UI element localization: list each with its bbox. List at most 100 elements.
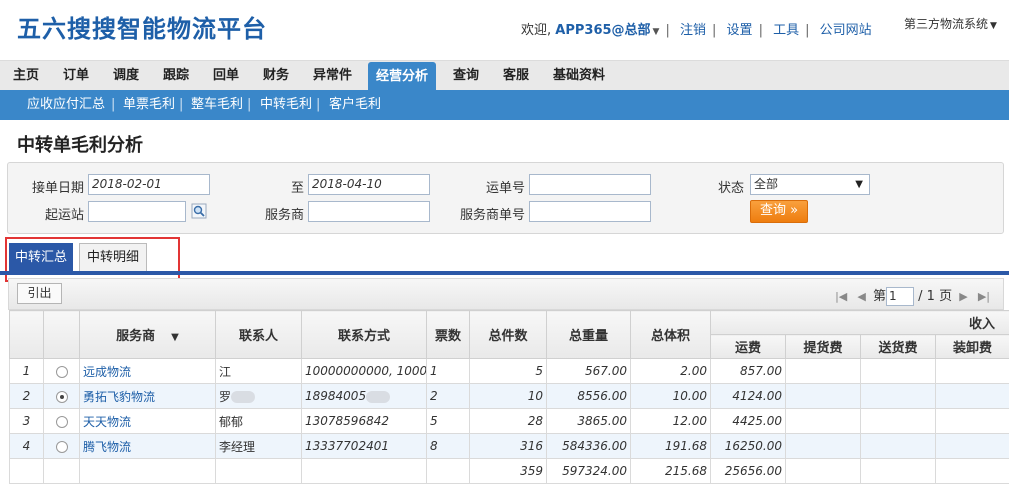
header-total-pieces[interactable]: 总件数 <box>469 310 547 359</box>
first-page-icon[interactable]: |◀ <box>835 290 847 303</box>
nav-item-query[interactable]: 查询 <box>453 61 479 91</box>
subnav-item-full-truck-profit[interactable]: 整车毛利 <box>191 90 243 120</box>
header-handling-fee[interactable]: 装卸费 <box>934 334 1009 359</box>
date-from-input[interactable]: 2018-02-01 <box>88 174 210 195</box>
pieces-cell: 28 <box>469 408 547 434</box>
table-row[interactable]: 1 远成物流 江 10000000000, 100000 1 5 567.00 … <box>9 358 1009 384</box>
row-radio[interactable] <box>55 415 68 428</box>
provider-link[interactable]: 远成物流 <box>83 365 131 379</box>
sub-nav: 应收应付汇总 | 单票毛利 | 整车毛利 | 中转毛利 | 客户毛利 <box>0 90 1009 120</box>
header-pickup-fee[interactable]: 提货费 <box>785 334 861 359</box>
delivery-fee-cell <box>860 408 936 434</box>
nav-item-customer-service[interactable]: 客服 <box>503 61 529 91</box>
settings-link[interactable]: 设置 <box>727 23 753 38</box>
table-row[interactable]: 4 腾飞物流 李经理 13337702401 8 316 584336.00 1… <box>9 433 1009 459</box>
total-pieces-cell: 359 <box>469 458 547 484</box>
subnav-item-customer-profit[interactable]: 客户毛利 <box>329 90 381 120</box>
provider-no-input[interactable] <box>529 201 651 222</box>
header-freight[interactable]: 运费 <box>710 334 786 359</box>
nav-item-tracking[interactable]: 跟踪 <box>163 61 189 91</box>
waybill-label: 运单号 <box>485 181 525 196</box>
weight-cell: 8556.00 <box>546 383 631 409</box>
provider-label: 服务商 <box>264 208 304 223</box>
filter-panel: 接单日期 2018-02-01 至 2018-04-10 运单号 状态 全部 ▼ … <box>7 162 1004 234</box>
header-delivery-fee[interactable]: 送货费 <box>860 334 936 359</box>
weight-cell: 584336.00 <box>546 433 631 459</box>
header-row-number <box>9 310 44 359</box>
freight-cell: 4425.00 <box>710 408 786 434</box>
page-suffix: / 1 页 <box>918 289 953 304</box>
subnav-item-single-ticket-profit[interactable]: 单票毛利 <box>123 90 175 120</box>
volume-cell: 191.68 <box>630 433 711 459</box>
query-button[interactable]: 查询 » <box>750 200 808 223</box>
logout-link[interactable]: 注销 <box>680 23 706 38</box>
nav-item-base-data[interactable]: 基础资料 <box>553 61 605 91</box>
origin-input[interactable] <box>88 201 186 222</box>
table-row[interactable]: 2 勇拓飞豹物流 罗 18984005 2 10 8556.00 10.00 4… <box>9 383 1009 409</box>
user-menu[interactable]: APP365@总部 <box>555 23 650 38</box>
pieces-cell: 5 <box>469 358 547 384</box>
handling-fee-cell <box>934 383 1009 409</box>
header-income: 收入 <box>709 310 1009 335</box>
header-contact-info[interactable]: 联系方式 <box>301 310 427 359</box>
nav-item-exceptions[interactable]: 异常件 <box>313 61 352 91</box>
row-radio[interactable] <box>55 390 68 403</box>
company-site-link[interactable]: 公司网站 <box>820 23 872 38</box>
nav-item-business-analysis[interactable]: 经营分析 <box>368 62 437 91</box>
header-total-volume[interactable]: 总体积 <box>630 310 711 359</box>
header-select <box>43 310 80 359</box>
contact-info-cell: 13078596842 <box>301 408 427 434</box>
nav-item-home[interactable]: 主页 <box>13 61 39 91</box>
last-page-icon[interactable]: ▶| <box>978 290 990 303</box>
waybill-input[interactable] <box>529 174 651 195</box>
nav-item-finance[interactable]: 财务 <box>263 61 289 91</box>
provider-link[interactable]: 腾飞物流 <box>83 440 131 454</box>
total-volume-cell: 215.68 <box>630 458 711 484</box>
subnav-item-ar-ap-summary[interactable]: 应收应付汇总 <box>27 90 105 120</box>
transfer-summary-table: 服务商 ▼ 联系人 联系方式 票数 总件数 总重量 总体积 收入 运费 提货费 送… <box>9 310 1009 484</box>
tools-link[interactable]: 工具 <box>773 23 799 38</box>
row-radio[interactable] <box>55 440 68 453</box>
provider-input[interactable] <box>308 201 430 222</box>
nav-item-dispatch[interactable]: 调度 <box>113 61 139 91</box>
next-page-icon[interactable]: ▶ <box>959 290 967 303</box>
status-select[interactable]: 全部 ▼ <box>750 174 870 195</box>
grid-toolbar: 引出 |◀ ◀ 第1 / 1 页 ▶ ▶| <box>8 278 1004 310</box>
chevron-down-icon: ▼ <box>990 21 997 31</box>
weight-cell: 3865.00 <box>546 408 631 434</box>
nav-item-receipts[interactable]: 回单 <box>213 61 239 91</box>
date-to-input[interactable]: 2018-04-10 <box>308 174 430 195</box>
row-number: 2 <box>9 383 44 409</box>
export-button[interactable]: 引出 <box>17 283 62 304</box>
prev-page-icon[interactable]: ◀ <box>857 290 865 303</box>
page-title: 中转单毛利分析 <box>17 135 143 156</box>
delivery-fee-cell <box>860 383 936 409</box>
page-number-input[interactable]: 1 <box>886 287 915 306</box>
contact-cell: 李经理 <box>215 433 302 459</box>
chevron-down-icon[interactable]: ▼ <box>653 27 660 37</box>
pieces-cell: 10 <box>469 383 547 409</box>
header-provider[interactable]: 服务商 ▼ <box>79 310 216 359</box>
tab-underline <box>0 271 1009 275</box>
lookup-icon[interactable] <box>191 203 207 219</box>
tickets-cell: 5 <box>426 408 470 434</box>
sort-down-icon[interactable]: ▼ <box>171 332 179 343</box>
provider-link[interactable]: 天天物流 <box>83 415 131 429</box>
tickets-cell: 8 <box>426 433 470 459</box>
table-row[interactable]: 3 天天物流 郁郁 13078596842 5 28 3865.00 12.00… <box>9 408 1009 434</box>
total-weight-cell: 597324.00 <box>546 458 631 484</box>
main-nav: 主页 订单 调度 跟踪 回单 财务 异常件 经营分析 查询 客服 基础资料 <box>0 60 1009 91</box>
subnav-item-transfer-profit[interactable]: 中转毛利 <box>260 90 312 120</box>
volume-cell: 10.00 <box>630 383 711 409</box>
header-tickets[interactable]: 票数 <box>426 310 470 359</box>
header-contact[interactable]: 联系人 <box>215 310 302 359</box>
pickup-fee-cell <box>785 358 861 384</box>
header-total-weight[interactable]: 总重量 <box>546 310 631 359</box>
system-switch-menu[interactable]: 第三方物流系统 ▼ <box>904 15 997 32</box>
contact-info-cell: 18984005 <box>301 383 427 409</box>
nav-item-orders[interactable]: 订单 <box>63 61 89 91</box>
row-radio[interactable] <box>55 365 68 378</box>
provider-link[interactable]: 勇拓飞豹物流 <box>83 390 155 404</box>
highlight-annotation-box <box>5 237 180 282</box>
row-number: 1 <box>9 358 44 384</box>
